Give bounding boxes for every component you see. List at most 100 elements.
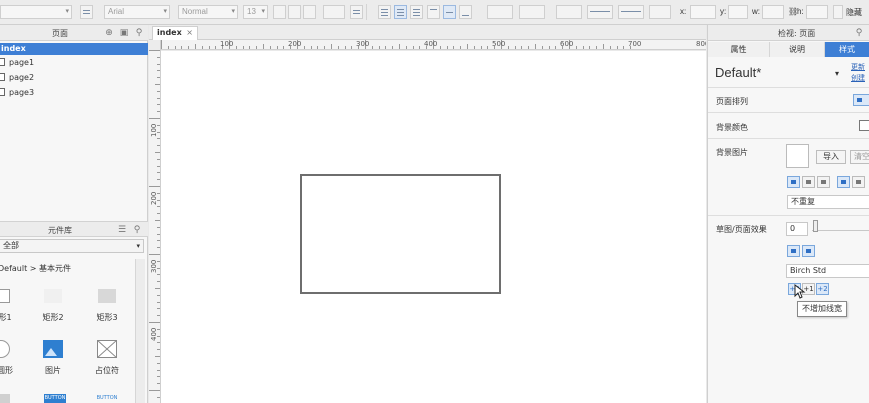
style-select[interactable]: ▾ xyxy=(0,5,72,19)
update-style-link[interactable]: 更新 xyxy=(851,62,865,72)
ruler-tick xyxy=(603,44,604,49)
underline-icon[interactable] xyxy=(303,5,316,19)
bg-repeat-select[interactable]: 不重复 xyxy=(787,195,869,209)
library-item-button-primary[interactable]: BUTTON xyxy=(44,394,66,403)
canvas-tabbar: index × xyxy=(149,25,706,40)
line-style-icon[interactable] xyxy=(618,5,644,19)
sketch-gray-button[interactable] xyxy=(802,245,815,257)
ruler-tick xyxy=(149,254,160,255)
ruler-tick xyxy=(276,46,278,49)
sketch-value-input[interactable]: 0 xyxy=(786,222,808,236)
ruler-tick xyxy=(351,46,353,49)
search-icon[interactable]: ⚲ xyxy=(132,225,142,235)
ruler-top-label: 600 xyxy=(560,40,574,48)
search-icon[interactable]: ⚲ xyxy=(854,28,864,38)
format-painter-icon[interactable] xyxy=(80,5,93,19)
align-center-icon[interactable] xyxy=(394,5,407,19)
ruler-tick xyxy=(412,46,414,49)
line-width-icon[interactable] xyxy=(587,5,613,19)
clear-button[interactable]: 清空 xyxy=(850,150,869,164)
ruler-top-label: 800 xyxy=(696,40,706,48)
tab-style[interactable]: 样式 xyxy=(825,42,869,57)
ruler-tick xyxy=(460,46,462,49)
align-left-icon[interactable] xyxy=(378,5,391,19)
tab-index[interactable]: index × xyxy=(152,26,198,40)
add-page-icon[interactable]: ⊕ xyxy=(104,28,114,38)
ruler-tick xyxy=(155,356,160,357)
close-icon[interactable]: × xyxy=(186,27,193,39)
create-style-link[interactable]: 创建 xyxy=(851,73,865,83)
line-color-icon[interactable] xyxy=(556,5,582,19)
library-filter-select[interactable]: 全部 ▾ xyxy=(0,239,144,253)
ruler-tick xyxy=(161,40,162,49)
line-width-plus2-button[interactable]: +2 xyxy=(816,283,829,295)
library-item-button-outline[interactable] xyxy=(0,394,10,403)
bg-align-left-button[interactable] xyxy=(787,176,800,188)
sketch-slider-track[interactable] xyxy=(812,230,869,231)
add-folder-icon[interactable]: ▣ xyxy=(119,28,129,38)
bg-valign-middle-button[interactable] xyxy=(852,176,865,188)
bold-icon[interactable] xyxy=(273,5,286,19)
import-button[interactable]: 导入 xyxy=(816,150,846,164)
page-tree-item[interactable]: page1 xyxy=(0,57,34,69)
ruler-tick xyxy=(385,46,387,49)
library-scrollbar[interactable] xyxy=(135,259,145,403)
chevron-down-icon: ▾ xyxy=(261,8,265,15)
bg-align-right-button[interactable] xyxy=(817,176,830,188)
font-style-select[interactable]: Normal ▾ xyxy=(178,5,238,19)
h-input[interactable] xyxy=(806,5,828,19)
font-color-icon[interactable] xyxy=(323,5,345,19)
page-tree-root[interactable]: index xyxy=(0,43,148,55)
bg-image-preview[interactable] xyxy=(786,144,809,168)
ruler-tick xyxy=(188,46,190,49)
ruler-tick xyxy=(157,396,160,398)
rectangle-widget[interactable] xyxy=(300,174,501,294)
page-tree-item[interactable]: page3 xyxy=(0,87,34,99)
bullet-list-icon[interactable] xyxy=(350,5,363,19)
chevron-down-icon: ▾ xyxy=(163,8,167,15)
ruler-left: 100 200 300 400 xyxy=(149,50,161,403)
page-tree-item[interactable]: page2 xyxy=(0,72,34,84)
bg-align-center-button[interactable] xyxy=(802,176,815,188)
ruler-tick xyxy=(155,84,160,85)
sketch-slider-handle[interactable] xyxy=(813,220,818,232)
align-middle-icon[interactable] xyxy=(443,5,456,19)
font-size-select[interactable]: 13 ▾ xyxy=(243,5,268,19)
ruler-tick xyxy=(149,186,160,187)
page-align-left-button[interactable] xyxy=(853,94,869,106)
inspector-title: 检视: 页面 xyxy=(778,29,816,38)
arrow-style-icon[interactable] xyxy=(649,5,671,19)
ruler-tick xyxy=(405,46,407,49)
image-icon xyxy=(43,340,63,358)
align-bottom-icon[interactable] xyxy=(459,5,472,19)
ruler-tick xyxy=(371,46,373,49)
fill-color-icon[interactable] xyxy=(487,5,513,19)
y-input[interactable] xyxy=(728,5,748,19)
font-family-select[interactable]: Arial ▾ xyxy=(104,5,170,19)
w-input[interactable] xyxy=(762,5,784,19)
bg-color-swatch[interactable] xyxy=(859,120,869,131)
bg-image-label: 背景图片 xyxy=(716,148,748,157)
chevron-down-icon: ▾ xyxy=(136,242,140,250)
sketch-font-select[interactable]: Birch Std xyxy=(786,264,869,278)
search-icon[interactable]: ⚲ xyxy=(134,28,144,38)
library-item-button-link[interactable]: BUTTON xyxy=(96,394,118,403)
ruler-tick xyxy=(480,46,482,49)
ruler-tick xyxy=(269,46,271,49)
tab-notes[interactable]: 说明 xyxy=(770,42,825,57)
placeholder-icon xyxy=(97,340,117,358)
menu-icon[interactable]: ☰ xyxy=(117,225,127,235)
tab-properties[interactable]: 属性 xyxy=(708,42,770,57)
sketch-color-button[interactable] xyxy=(787,245,800,257)
chevron-down-icon[interactable]: ▾ xyxy=(835,69,839,78)
shadow-icon[interactable] xyxy=(519,5,545,19)
style-name[interactable]: Default* xyxy=(715,65,761,80)
ruler-tick xyxy=(337,46,339,49)
bg-valign-top-button[interactable] xyxy=(837,176,850,188)
hidden-checkbox[interactable] xyxy=(833,5,843,19)
x-input[interactable] xyxy=(690,5,716,19)
align-right-icon[interactable] xyxy=(410,5,423,19)
align-top-icon[interactable] xyxy=(427,5,440,19)
ruler-top-label: 100 xyxy=(220,40,234,48)
italic-icon[interactable] xyxy=(288,5,301,19)
